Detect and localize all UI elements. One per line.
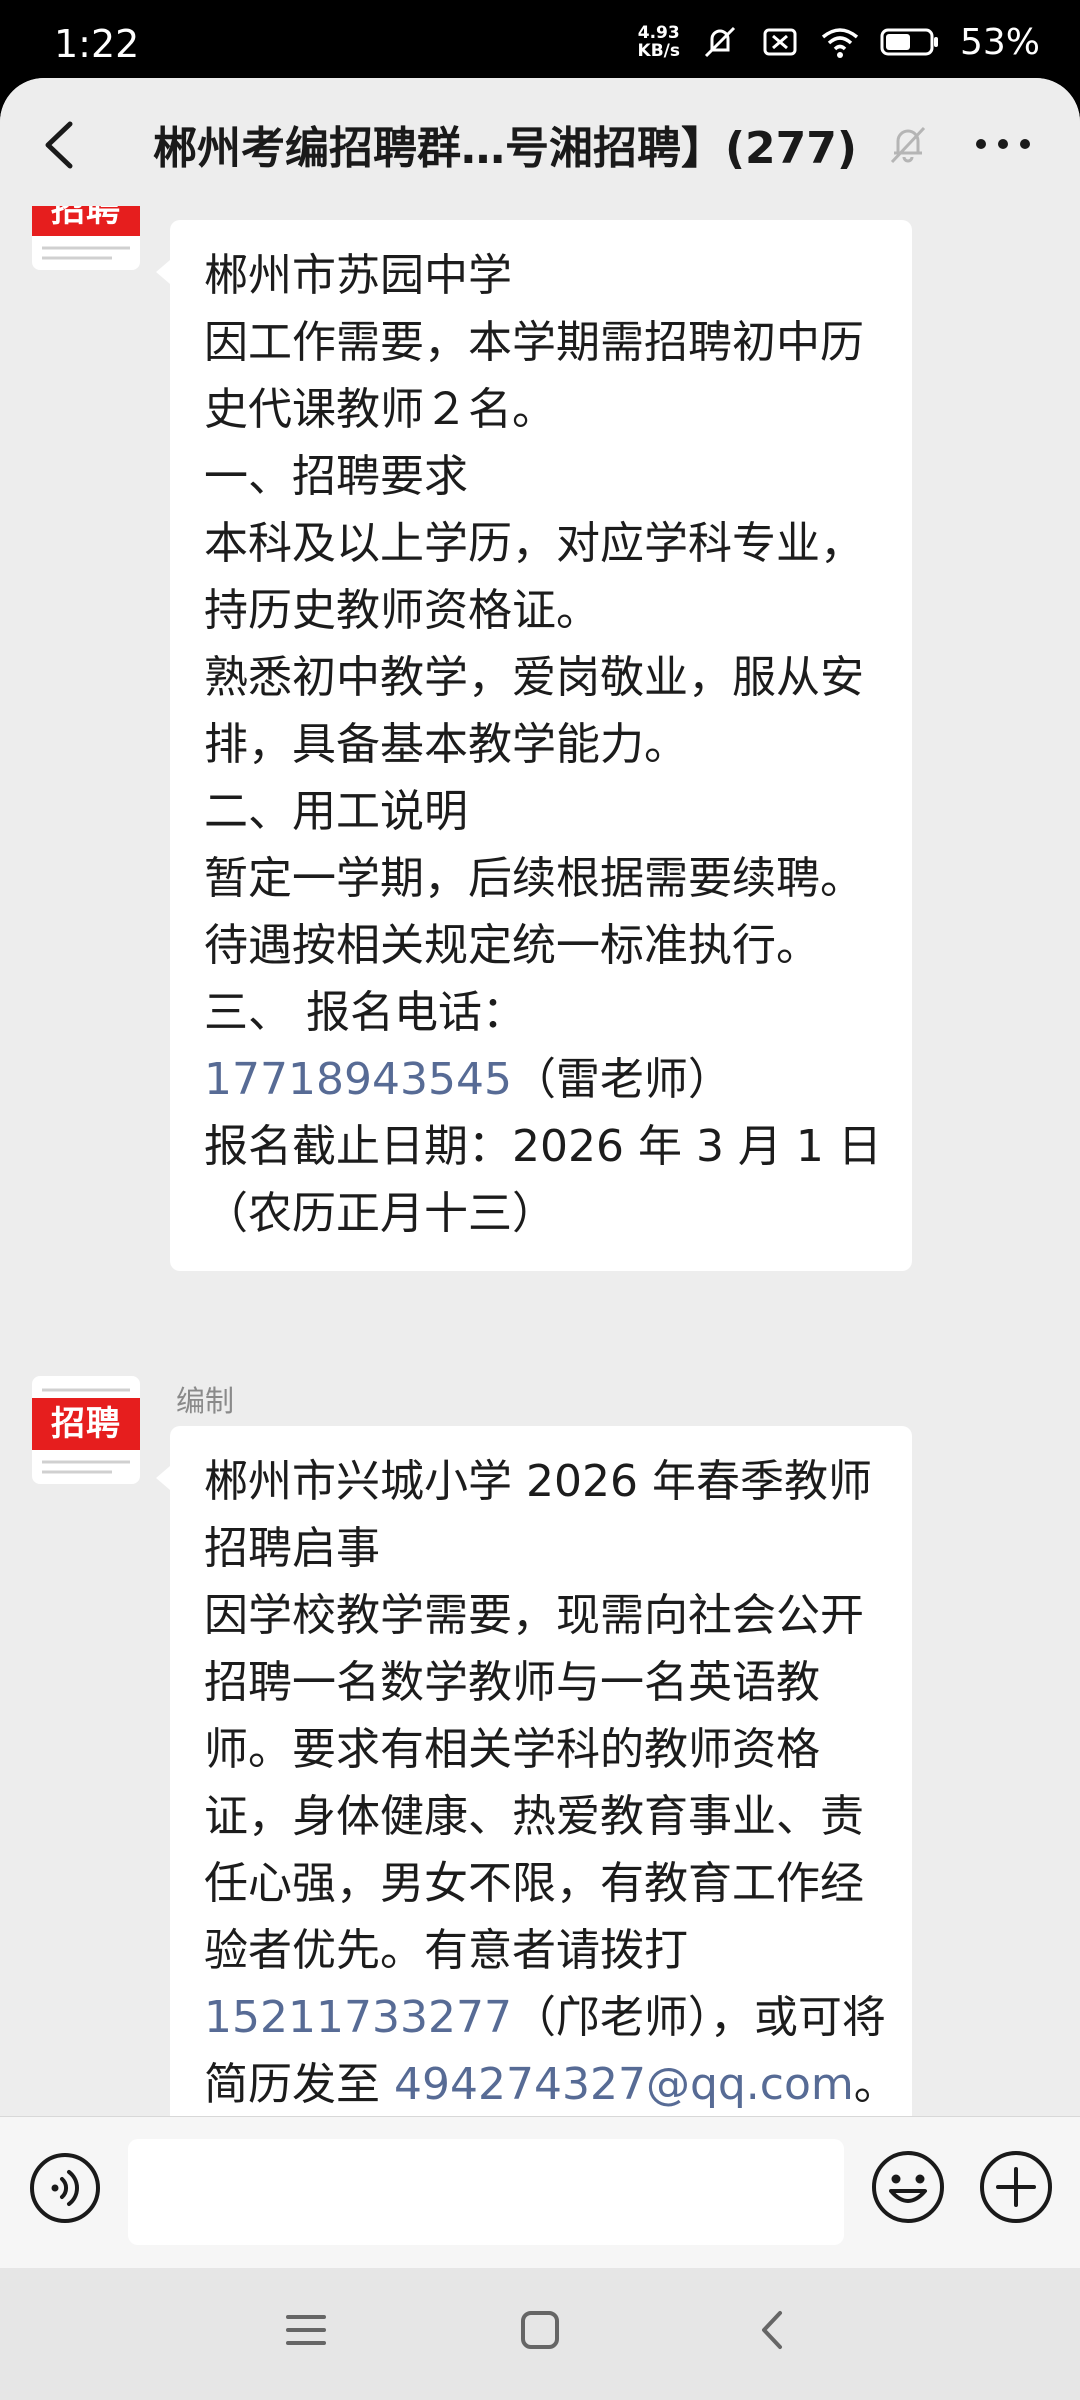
sender-avatar[interactable]: 招聘 [32, 206, 140, 270]
message-text-segment: （雷老师） [511, 1054, 732, 1105]
message-text-segment: 师。要求有相关学科的教师资格 [204, 1724, 820, 1775]
message-line: 三、 报名电话： [204, 979, 876, 1046]
message-line: 待遇按相关规定统一标准执行。 [204, 912, 876, 979]
message-line: 招聘启事 [204, 1515, 876, 1582]
message-text-segment: （邝老师），或可将 [511, 1992, 886, 2043]
message-line: 史代课教师２名。 [204, 376, 876, 443]
message-text-segment: 本科及以上学历，对应学科专业， [204, 518, 864, 569]
message-text-segment: 一、招聘要求 [204, 451, 468, 502]
message-text-segment: 因学校教学需要，现需向社会公开 [204, 1590, 864, 1641]
back-nav-icon[interactable] [752, 2308, 796, 2352]
message-text-segment: 三、 报名电话： [204, 987, 526, 1038]
network-speed-unit: KB/s [637, 41, 680, 61]
message-line: 排，具备基本教学能力。 [204, 711, 876, 778]
sender-avatar[interactable]: 招聘 [32, 1376, 140, 1484]
message-text-segment: 。 [853, 2059, 898, 2110]
message-line: 二、用工说明 [204, 778, 876, 845]
title-bar: 郴州考编招聘群…号湘招聘】(277) [0, 78, 1080, 207]
plus-icon[interactable] [978, 2149, 1054, 2225]
message-line: （农历正月十三） [204, 1180, 876, 1247]
message-text: 郴州市兴城小学 2026 年春季教师 招聘启事因学校教学需要，现需向社会公开 招聘一… [204, 1448, 898, 2185]
status-icons: 4.93 KB/s 53% [638, 20, 1040, 64]
message-text-segment: 招聘一名数学教师与一名英语教 [204, 1657, 820, 1708]
message-line: 熟悉初中教学，爱岗敬业，服从安 [204, 644, 876, 711]
message-line: 师。要求有相关学科的教师资格 [204, 1716, 876, 1783]
message-line: 报名截止日期：2026 年 3 月 1 日 [204, 1113, 882, 1180]
message-text-segment: 待遇按相关规定统一标准执行。 [204, 920, 820, 971]
status-time: 1:22 [54, 22, 140, 66]
input-bar [0, 2116, 1080, 2269]
message-line: 17718943545（雷老师） [204, 1046, 876, 1113]
battery-percent: 53% [959, 21, 1040, 63]
network-speed: 4.93 KB/s [638, 24, 680, 60]
message-text-segment: 持历史教师资格证。 [204, 585, 600, 636]
home-icon[interactable] [518, 2308, 562, 2352]
chat-window: 郴州考编招聘群…号湘招聘】(277) 招聘 郴州市苏园中学因工作需要，本学期需招… [0, 78, 1080, 2400]
message-text-segment: 郴州市苏园中学 [204, 250, 512, 301]
message-bubble[interactable]: 郴州市苏园中学因工作需要，本学期需招聘初中历 史代课教师２名。 一、招聘要求本科及以… [156, 220, 912, 1271]
message-text-segment: 任心强，男女不限，有教育工作经 [204, 1858, 864, 1909]
avatar-label: 招聘 [32, 1398, 140, 1450]
status-bar: 1:22 4.93 KB/s 53% [0, 0, 1080, 80]
message-text-segment: 暂定一学期，后续根据需要续聘。 [204, 853, 864, 904]
message-line: 持历史教师资格证。 [204, 577, 876, 644]
message-text-segment: 史代课教师２名。 [204, 384, 556, 435]
message-line: 验者优先。有意者请拨打 [204, 1917, 876, 1984]
message-line: 本科及以上学历，对应学科专业， [204, 510, 876, 577]
message-line: 郴州市苏园中学 [204, 242, 876, 309]
message-text-segment: 郴州市兴城小学 2026 年春季教师 [204, 1456, 872, 1507]
wifi-icon [821, 28, 859, 58]
network-speed-value: 4.93 [637, 23, 680, 43]
message-line: 暂定一学期，后续根据需要续聘。 [204, 845, 876, 912]
message-text-segment: 报名截止日期：2026 年 3 月 1 日 [204, 1121, 882, 1172]
message-line: 简历发至 494274327@qq.com。 [204, 2051, 898, 2118]
battery-icon [880, 28, 938, 56]
message-line: 证，身体健康、热爱教育事业、责 [204, 1783, 876, 1850]
message-line: 15211733277（邝老师），或可将 [204, 1984, 886, 2051]
message-list[interactable]: 招聘 郴州市苏园中学因工作需要，本学期需招聘初中历 史代课教师２名。 一、招聘要求本… [0, 206, 1080, 2194]
back-icon[interactable] [36, 118, 86, 172]
voice-icon[interactable] [28, 2151, 102, 2225]
message-text-segment: 因工作需要，本学期需招聘初中历 [204, 317, 864, 368]
sender-name: 编制 [176, 1384, 235, 1418]
phone-link[interactable]: 15211733277 [204, 1992, 512, 2043]
message-text-segment: 简历发至 [204, 2059, 394, 2110]
system-nav-bar [0, 2268, 1080, 2400]
message-line: 任心强，男女不限，有教育工作经 [204, 1850, 876, 1917]
mute-notification-icon [704, 26, 736, 58]
message-input[interactable] [128, 2139, 844, 2245]
message-text-segment: 熟悉初中教学，爱岗敬业，服从安 [204, 652, 864, 703]
message-line: 因工作需要，本学期需招聘初中历 [204, 309, 876, 376]
message-bubble[interactable]: 郴州市兴城小学 2026 年春季教师 招聘启事因学校教学需要，现需向社会公开 招聘一… [156, 1426, 912, 2194]
message-line: 因学校教学需要，现需向社会公开 [204, 1582, 876, 1649]
message-text-segment: 二、用工说明 [204, 786, 468, 837]
message-line: 郴州市兴城小学 2026 年春季教师 [204, 1448, 876, 1515]
message-text-segment: （农历正月十三） [204, 1188, 556, 1239]
message-text: 郴州市苏园中学因工作需要，本学期需招聘初中历 史代课教师２名。 一、招聘要求本科及以… [204, 242, 882, 1247]
more-icon[interactable] [970, 122, 1036, 166]
menu-icon[interactable] [284, 2308, 328, 2352]
avatar-label: 招聘 [32, 206, 140, 236]
sim-off-icon [763, 28, 797, 56]
message-text-segment: 证，身体健康、热爱教育事业、责 [204, 1791, 864, 1842]
message-text-segment: 验者优先。有意者请拨打 [204, 1925, 688, 1976]
emoji-icon[interactable] [870, 2149, 946, 2225]
phone-link[interactable]: 17718943545 [204, 1054, 512, 1105]
message-text-segment: 排，具备基本教学能力。 [204, 719, 688, 770]
message-line: 一、招聘要求 [204, 443, 876, 510]
message-line: 招聘一名数学教师与一名英语教 [204, 1649, 876, 1716]
mute-bell-icon [890, 126, 926, 164]
chat-title: 郴州考编招聘群…号湘招聘】(277) [152, 123, 858, 174]
message-text-segment: 招聘启事 [204, 1523, 380, 1574]
email-link[interactable]: 494274327@qq.com [394, 2059, 854, 2110]
